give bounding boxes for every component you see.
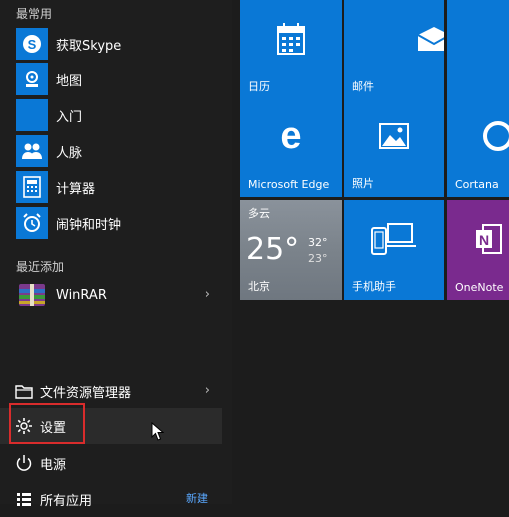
weather-city: 北京 bbox=[248, 280, 270, 293]
tile-onenote-label: OneNote bbox=[455, 281, 504, 294]
svg-text:S: S bbox=[28, 37, 37, 52]
weather-high: 32° bbox=[308, 236, 328, 249]
tile-photos-label: 照片 bbox=[352, 177, 374, 190]
tile-cortana-label: Cortana bbox=[455, 178, 499, 191]
power-icon bbox=[12, 451, 36, 475]
tile-calendar[interactable]: 日历 bbox=[240, 0, 342, 100]
folder-icon bbox=[12, 379, 36, 403]
all-apps-label: 所有应用 bbox=[40, 493, 93, 509]
winrar-icon bbox=[16, 279, 48, 311]
getstarted-icon bbox=[16, 99, 48, 131]
edge-icon: e bbox=[240, 97, 342, 175]
app-skype[interactable]: S 获取Skype bbox=[0, 26, 222, 62]
power-label: 电源 bbox=[40, 457, 67, 473]
app-alarms[interactable]: 闹钟和时钟 bbox=[0, 205, 222, 241]
app-maps[interactable]: 地图 bbox=[0, 61, 222, 97]
tile-phone-companion[interactable]: 手机助手 bbox=[344, 200, 444, 300]
tile-onenote[interactable]: N OneNote bbox=[447, 200, 509, 300]
app-winrar[interactable]: WinRAR › bbox=[0, 277, 222, 313]
power-button[interactable]: 电源 bbox=[0, 445, 222, 481]
app-maps-label: 地图 bbox=[56, 73, 83, 89]
most-used-heading: 最常用 bbox=[16, 7, 53, 21]
start-menu-app-list: 最常用 S 获取Skype 地图 入门 人脉 计算器 闹钟和时钟 最近添加 Wi… bbox=[0, 0, 232, 509]
app-people-label: 人脉 bbox=[56, 145, 83, 161]
tile-edge[interactable]: e Microsoft Edge bbox=[240, 97, 342, 197]
calculator-icon bbox=[16, 171, 48, 203]
photos-icon bbox=[344, 97, 444, 175]
onenote-icon: N bbox=[447, 200, 509, 278]
recently-added-heading: 最近添加 bbox=[16, 260, 65, 274]
tile-cortana[interactable]: Cortana bbox=[447, 97, 509, 197]
tile-mail-label: 邮件 bbox=[352, 80, 374, 93]
app-calculator[interactable]: 计算器 bbox=[0, 169, 222, 205]
tile-weather[interactable]: 多云 25° 32° 23° 北京 bbox=[240, 200, 342, 300]
chevron-right-icon[interactable]: › bbox=[205, 383, 210, 398]
cortana-icon bbox=[447, 97, 509, 175]
weather-low: 23° bbox=[308, 252, 328, 265]
skype-icon: S bbox=[16, 28, 48, 60]
app-calculator-label: 计算器 bbox=[56, 181, 96, 197]
weather-condition: 多云 bbox=[248, 207, 270, 220]
chevron-right-icon[interactable]: › bbox=[205, 287, 210, 302]
tile-phone-companion-label: 手机助手 bbox=[352, 280, 396, 293]
calendar-icon bbox=[240, 0, 342, 78]
maps-icon bbox=[16, 63, 48, 95]
tile-mail[interactable]: 邮件 bbox=[344, 0, 444, 100]
app-skype-label: 获取Skype bbox=[56, 38, 122, 54]
app-get-started[interactable]: 入门 bbox=[0, 97, 222, 133]
alarm-icon bbox=[16, 207, 48, 239]
people-icon bbox=[16, 135, 48, 167]
svg-text:N: N bbox=[479, 232, 489, 248]
all-apps-icon bbox=[12, 487, 36, 511]
tile-photos[interactable]: 照片 bbox=[344, 97, 444, 197]
phone-laptop-icon bbox=[344, 200, 444, 278]
mail-icon bbox=[384, 0, 444, 78]
tile-partial-top[interactable] bbox=[447, 0, 509, 100]
app-people[interactable]: 人脉 bbox=[0, 133, 222, 169]
app-alarms-label: 闹钟和时钟 bbox=[56, 217, 122, 233]
app-get-started-label: 入门 bbox=[56, 109, 83, 125]
weather-temperature: 25° bbox=[246, 232, 300, 267]
app-winrar-label: WinRAR bbox=[56, 287, 107, 303]
svg-text:e: e bbox=[280, 119, 301, 153]
tile-calendar-label: 日历 bbox=[248, 80, 270, 93]
file-explorer-label: 文件资源管理器 bbox=[40, 385, 132, 401]
settings-highlight-box bbox=[9, 403, 85, 444]
tile-edge-label: Microsoft Edge bbox=[248, 178, 330, 191]
mouse-cursor bbox=[151, 422, 165, 441]
